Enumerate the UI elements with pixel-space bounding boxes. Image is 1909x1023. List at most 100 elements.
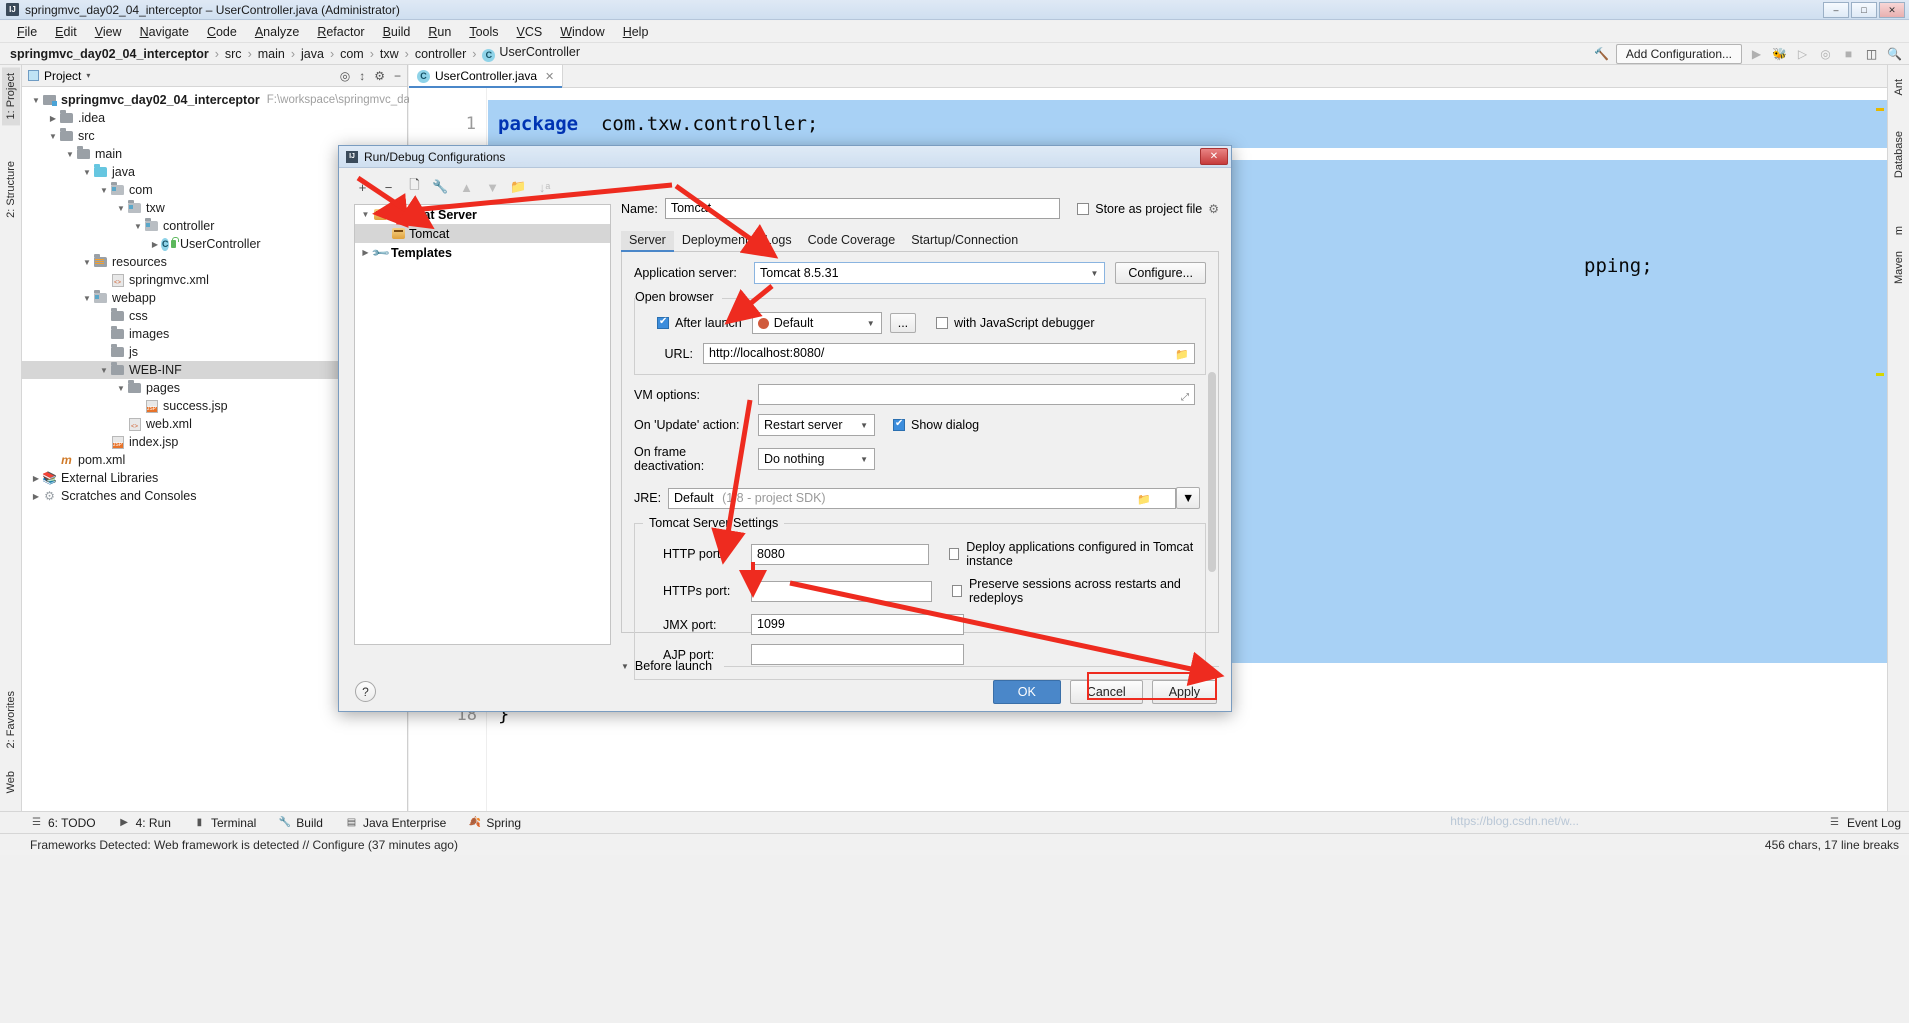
breadcrumb-item-controller[interactable]: controller	[415, 47, 466, 61]
menu-item-vcs[interactable]: VCS	[508, 23, 552, 41]
gear-icon[interactable]: ⚙	[374, 69, 385, 83]
name-input[interactable]: Tomcat	[664, 198, 1061, 219]
config-tree-item-tomcat[interactable]: Tomcat	[355, 224, 610, 243]
stop-icon[interactable]: ■	[1840, 46, 1857, 63]
tree-expander[interactable]	[30, 474, 42, 483]
breadcrumb-item-springmvc_day02_04_interceptor[interactable]: springmvc_day02_04_interceptor	[10, 47, 209, 61]
move-down-icon[interactable]: ▼	[485, 180, 500, 195]
with-js-debugger-checkbox[interactable]	[936, 317, 949, 329]
show-dialog-checkbox[interactable]	[893, 418, 905, 431]
config-tree-item-templates[interactable]: ▶ 🔧 Templates	[355, 242, 610, 262]
configurations-tree[interactable]: ▼ Tomcat Server Tomcat ▶ 🔧 Templates	[354, 204, 611, 645]
tab-server[interactable]: Server	[621, 231, 674, 252]
breadcrumb-item-usercontroller[interactable]: C UserController	[482, 45, 580, 62]
bottom-tab-4-run[interactable]: ▶ 4: Run	[118, 816, 171, 830]
bottom-tab-6-todo[interactable]: ☰ 6: TODO	[30, 816, 96, 830]
sidebar-item-ant[interactable]: Ant	[1890, 73, 1908, 102]
tree-expander[interactable]	[115, 384, 127, 393]
tab-logs[interactable]: Logs	[757, 231, 800, 251]
configure-button[interactable]: Configure...	[1115, 262, 1206, 284]
menu-item-edit[interactable]: Edit	[46, 23, 86, 41]
close-button[interactable]: ✕	[1879, 2, 1905, 18]
sidebar-item-database[interactable]: Database	[1890, 125, 1908, 184]
menu-item-analyze[interactable]: Analyze	[246, 23, 308, 41]
browser-settings-button[interactable]: ...	[889, 313, 917, 333]
tab-startup-connection[interactable]: Startup/Connection	[903, 231, 1026, 251]
sidebar-item-structure[interactable]: 2: Structure	[2, 155, 20, 224]
browser-combo[interactable]: Default ▼	[751, 312, 882, 334]
open-folder-icon[interactable]: 📁	[1175, 346, 1189, 365]
minimize-button[interactable]: –	[1823, 2, 1849, 18]
tree-expander[interactable]	[47, 132, 59, 141]
menu-item-window[interactable]: Window	[551, 23, 613, 41]
menu-item-tools[interactable]: Tools	[460, 23, 507, 41]
help-button[interactable]: ?	[355, 681, 376, 702]
sidebar-item-maven[interactable]: Maven	[1890, 245, 1908, 290]
menu-item-build[interactable]: Build	[374, 23, 420, 41]
on-update-action-combo[interactable]: Restart server ▼	[758, 414, 875, 436]
move-up-icon[interactable]: ▲	[459, 180, 474, 195]
tree-expander[interactable]	[81, 294, 93, 303]
add-configuration-button[interactable]: Add Configuration...	[1615, 44, 1742, 64]
gear-icon[interactable]: ⚙	[1208, 202, 1219, 216]
tree-expander[interactable]: ▼	[359, 210, 372, 219]
tree-expander[interactable]	[149, 240, 161, 249]
menu-item-view[interactable]: View	[86, 23, 131, 41]
wrench-icon[interactable]: 🔧	[432, 179, 448, 195]
collapse-icon[interactable]: ↕	[359, 69, 365, 83]
config-tree-item-tomcat-server[interactable]: ▼ Tomcat Server	[355, 205, 610, 224]
preserve-sessions-checkbox[interactable]	[951, 585, 962, 597]
tree-expander[interactable]	[47, 114, 59, 123]
vm-options-input[interactable]: ⤢	[758, 384, 1195, 405]
run-icon[interactable]: ▶	[1748, 46, 1765, 63]
jre-input[interactable]: Default (1.8 - project SDK) 📁	[668, 487, 1176, 510]
tree-expander[interactable]	[98, 366, 110, 375]
build-icon[interactable]: 🔨	[1593, 46, 1610, 63]
menu-item-help[interactable]: Help	[614, 23, 658, 41]
menu-item-navigate[interactable]: Navigate	[131, 23, 198, 41]
menu-item-refactor[interactable]: Refactor	[308, 23, 373, 41]
tree-expander[interactable]	[98, 186, 110, 195]
on-frame-deactivation-combo[interactable]: Do nothing ▼	[758, 448, 875, 470]
sidebar-item-m[interactable]: m	[1890, 220, 1908, 241]
profile-icon[interactable]: ◎	[1817, 46, 1834, 63]
menu-item-code[interactable]: Code	[198, 23, 246, 41]
jmx-port-input[interactable]: 1099	[751, 614, 964, 635]
add-configuration-icon[interactable]: +	[355, 180, 370, 195]
jre-dropdown-button[interactable]: ▼	[1176, 487, 1201, 509]
store-as-project-file-checkbox[interactable]	[1077, 202, 1090, 215]
debug-icon[interactable]: 🐝	[1771, 46, 1788, 63]
menu-item-run[interactable]: Run	[419, 23, 460, 41]
sort-alphabetically-icon[interactable]: ↓ᵃ	[537, 180, 552, 195]
tree-expander[interactable]	[64, 150, 76, 159]
breadcrumb-item-com[interactable]: com	[340, 47, 364, 61]
target-icon[interactable]: ◎	[340, 69, 350, 83]
after-launch-checkbox[interactable]	[657, 316, 669, 329]
tree-expander[interactable]	[115, 204, 127, 213]
bottom-tab-build[interactable]: 🔧 Build	[278, 816, 323, 830]
remove-configuration-icon[interactable]: −	[381, 180, 396, 195]
sidebar-item-favorites[interactable]: 2: Favorites	[2, 685, 20, 754]
close-icon[interactable]: ✕	[545, 70, 554, 83]
bottom-tab-spring[interactable]: 🍂 Spring	[468, 816, 521, 830]
https-port-input[interactable]	[751, 580, 932, 602]
http-port-input[interactable]: 8080	[751, 543, 929, 565]
expand-icon[interactable]: ⤢	[1181, 388, 1189, 407]
sidebar-item-web[interactable]: Web	[2, 765, 20, 799]
chevron-down-icon[interactable]: ▾	[86, 71, 90, 80]
tree-expander[interactable]	[81, 258, 93, 267]
application-server-combo[interactable]: Tomcat 8.5.31 ▼	[754, 262, 1106, 284]
tree-expander[interactable]	[30, 492, 42, 501]
editor-marker-strip[interactable]	[1875, 93, 1885, 811]
apply-button[interactable]: Apply	[1151, 680, 1217, 704]
tab-usercontroller-java[interactable]: C UserController.java ✕	[409, 64, 564, 88]
url-input[interactable]: http://localhost:8080/ 📁	[703, 343, 1195, 364]
tree-item--idea[interactable]: .idea	[22, 109, 407, 127]
tree-expander[interactable]	[81, 168, 93, 177]
breadcrumb-item-src[interactable]: src	[225, 47, 242, 61]
search-icon[interactable]: 🔍	[1886, 46, 1903, 63]
tree-item-src[interactable]: src	[22, 127, 407, 145]
copy-configuration-icon[interactable]: 🗋	[407, 177, 422, 195]
open-folder-icon[interactable]: 📁	[1137, 491, 1151, 510]
maximize-button[interactable]: □	[1851, 2, 1877, 18]
